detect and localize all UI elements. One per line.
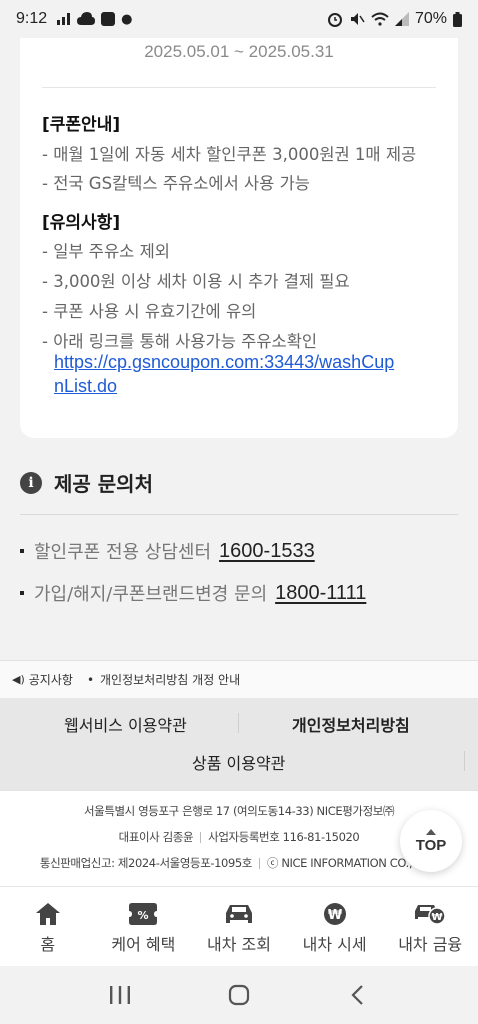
coupon-period: 2025.05.01 ~ 2025.05.31 <box>144 42 334 61</box>
scroll-top-button[interactable]: TOP <box>400 810 462 872</box>
tab-label: 내차 금융 <box>398 935 463 954</box>
recent-apps-button[interactable] <box>100 975 140 1015</box>
system-nav-bar <box>0 966 478 1024</box>
tab-label: 내차 조회 <box>207 935 271 954</box>
car-loan-icon: ₩ <box>414 901 446 927</box>
back-button[interactable] <box>338 975 378 1015</box>
status-bar: 9:12 ● 70% <box>0 0 478 38</box>
wifi-icon <box>371 12 389 26</box>
contact-divider <box>20 514 458 515</box>
arrow-up-icon <box>426 828 436 835</box>
tab-car-lookup[interactable]: 내차 조회 <box>191 887 287 966</box>
app-notification-icon <box>101 12 116 26</box>
footer-separator <box>200 832 202 843</box>
cell-signal-icon <box>394 12 409 26</box>
contact-row: 할인쿠폰 전용 상담센터 1600-1533 <box>20 538 315 564</box>
contact-phone-link[interactable]: 1600-1533 <box>219 540 315 563</box>
won-coin-icon: ₩ <box>323 901 347 927</box>
caution-title: [유의사항] <box>42 213 121 233</box>
privacy-policy-link[interactable]: 개인정보처리방침 <box>292 712 410 736</box>
tab-care-benefits[interactable]: % 케어 혜택 <box>96 887 192 966</box>
home-icon <box>35 901 61 927</box>
bottom-tab-bar: 홈 % 케어 혜택 내차 조회 ₩ 내차 시세 ₩ 내차 금융 <box>0 886 478 966</box>
info-icon: i <box>20 471 42 494</box>
svg-text:%: % <box>138 909 149 922</box>
back-chevron-icon <box>351 985 364 1005</box>
alarm-icon <box>327 13 342 27</box>
caution-line: - 쿠폰 사용 시 유효기간에 유의 <box>42 302 257 321</box>
svg-text:₩: ₩ <box>327 908 342 923</box>
caution-line: - 3,000원 이상 세차 이용 시 추가 결제 필요 <box>42 272 350 291</box>
contact-phone-link[interactable]: 1800-1111 <box>275 582 366 605</box>
tab-car-price[interactable]: ₩ 내차 시세 <box>287 887 383 966</box>
caution-line: - 아래 링크를 통해 사용가능 주유소확인 <box>42 332 318 351</box>
footer-separator <box>258 858 260 869</box>
notice-label: 공지사항 <box>28 673 73 687</box>
bullet-icon <box>20 549 24 553</box>
home-button[interactable] <box>219 975 259 1015</box>
more-dot-icon: ● <box>121 11 133 27</box>
tab-home[interactable]: 홈 <box>0 887 96 966</box>
contact-label: 할인쿠폰 전용 상담센터 <box>34 542 212 563</box>
contact-label: 가입/해지/쿠폰브랜드변경 문의 <box>34 584 268 605</box>
status-time: 9:12 <box>16 10 48 27</box>
page-content: 2025.05.01 ~ 2025.05.31 [쿠폰안내] - 매월 1일에 … <box>0 38 478 966</box>
recent-apps-icon <box>109 986 130 1004</box>
footer-biz-no: 사업자등록번호 116-81-15020 <box>208 830 360 844</box>
station-list-link[interactable]: https://cp.gsncoupon.com:33443/washCup <box>54 352 394 373</box>
footer-ceo: 대표이사 김종윤 <box>118 830 194 844</box>
terms-divider <box>464 751 465 771</box>
contact-row: 가입/해지/쿠폰브랜드변경 문의 1800-1111 <box>20 580 366 606</box>
coupon-info-line: - 매월 1일에 자동 세차 할인쿠폰 3,000원권 1매 제공 <box>42 145 417 164</box>
coupon-info-line: - 전국 GS칼텍스 주유소에서 사용 가능 <box>42 174 310 193</box>
contact-header: i 제공 문의처 <box>20 468 153 497</box>
signal-notification-icon <box>57 13 71 25</box>
notification-icons: ● <box>57 12 132 27</box>
bullet-dot-icon: • <box>86 672 95 687</box>
terms-divider <box>238 713 239 733</box>
home-circle-icon <box>228 984 250 1006</box>
battery-icon <box>453 11 462 27</box>
bullet-icon <box>20 591 24 595</box>
tab-label: 홈 <box>40 935 56 954</box>
contact-title: 제공 문의처 <box>54 472 153 496</box>
notice-item[interactable]: 개인정보처리방침 개정 안내 <box>100 671 240 688</box>
svg-text:₩: ₩ <box>432 912 443 923</box>
footer-address: 서울특별시 영등포구 은행로 17 (여의도동14-33) NICE평가정보㈜ <box>83 804 395 818</box>
terms-links: 웹서비스 이용약관 개인정보처리방침 상품 이용약관 <box>0 698 478 790</box>
mute-icon <box>350 13 365 25</box>
product-terms-link[interactable]: 상품 이용약관 <box>192 750 285 774</box>
coupon-card: 2025.05.01 ~ 2025.05.31 [쿠폰안내] - 매월 1일에 … <box>20 38 458 438</box>
station-list-link-cont[interactable]: nList.do <box>54 376 117 397</box>
top-label: TOP <box>415 836 447 854</box>
car-icon <box>224 901 254 927</box>
tab-label: 내차 시세 <box>302 935 367 954</box>
battery-percent: 70% <box>414 10 447 27</box>
tab-car-finance[interactable]: ₩ 내차 금융 <box>382 887 478 966</box>
coupon-icon: % <box>129 901 158 927</box>
speaker-icon: ◀) <box>12 673 25 686</box>
web-service-terms-link[interactable]: 웹서비스 이용약관 <box>64 712 187 736</box>
cloud-notification-icon <box>77 12 96 25</box>
notice-bar[interactable]: ◀) 공지사항 • 개인정보처리방침 개정 안내 <box>0 660 478 698</box>
tab-label: 케어 혜택 <box>111 935 176 954</box>
card-divider <box>42 87 436 88</box>
status-right: 70% <box>327 10 462 28</box>
footer-mail-order-no: 통신판매업신고: 제2024-서울영등포-1095호 <box>39 856 252 870</box>
coupon-info-title: [쿠폰안내] <box>42 115 121 135</box>
caution-line: - 일부 주유소 제외 <box>42 242 170 261</box>
